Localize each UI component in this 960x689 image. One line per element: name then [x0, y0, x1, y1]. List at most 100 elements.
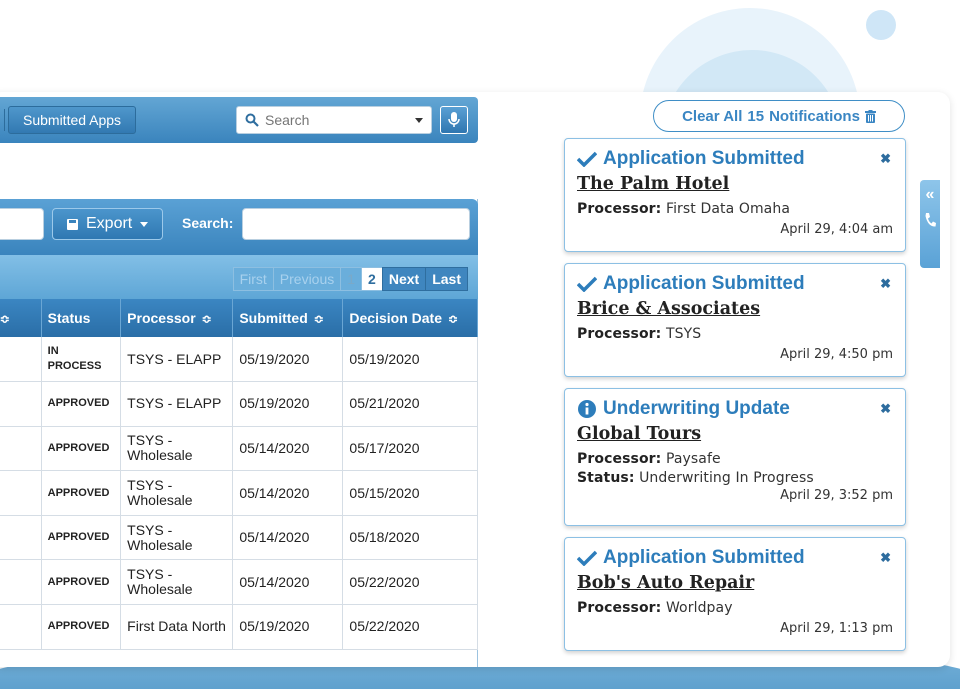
submitted-cell: 05/14/2020: [232, 559, 344, 606]
decision-date-cell: 05/22/2020: [342, 559, 478, 606]
notification-card[interactable]: Application Submitted ✖ The Palm Hotel P…: [564, 138, 906, 252]
sort-icon: ≎: [201, 312, 212, 326]
chevron-down-icon[interactable]: [415, 118, 423, 123]
table-row[interactable]: IN PROCESS TSYS - ELAPP 05/19/2020 05/19…: [0, 337, 478, 383]
clear-all-suffix: Notifications: [769, 107, 860, 125]
processor-label: Processor:: [577, 326, 662, 342]
status-badge: APPROVED: [41, 604, 122, 650]
notification-title: Underwriting Update: [577, 397, 893, 421]
notification-title-text: Application Submitted: [603, 148, 805, 169]
table-cell-partial: [0, 381, 42, 427]
processor-cell: TSYS - Wholesale: [120, 426, 234, 472]
notification-timestamp: April 29, 1:13 pm: [780, 621, 893, 636]
trash-icon: [864, 109, 876, 123]
close-icon[interactable]: ✖: [880, 401, 891, 417]
global-search[interactable]: [236, 106, 432, 134]
voice-search-button[interactable]: [440, 106, 468, 134]
table-row[interactable]: APPROVED TSYS - ELAPP 05/19/2020 05/21/2…: [0, 381, 478, 427]
column-header-processor[interactable]: Processor ≎: [120, 299, 234, 337]
submitted-cell: 05/14/2020: [232, 470, 344, 516]
filter-input[interactable]: [0, 208, 44, 240]
pagination: First Previous 1 2 Next Last: [232, 267, 468, 291]
processor-label: Processor:: [577, 201, 662, 217]
table-row[interactable]: APPROVED TSYS - Wholesale 05/14/2020 05/…: [0, 515, 478, 561]
pager-next[interactable]: Next: [381, 267, 427, 291]
applications-table: s≎ Status Processor ≎ Submitted ≎ Decision…: [0, 299, 478, 650]
status-badge: APPROVED: [41, 515, 122, 561]
table-row[interactable]: APPROVED TSYS - Wholesale 05/14/2020 05/…: [0, 559, 478, 606]
notification-card[interactable]: Application Submitted ✖ Bob's Auto Repai…: [564, 537, 906, 651]
grid-search-input[interactable]: [242, 208, 470, 240]
processor-value: TSYS: [665, 326, 702, 342]
grid-toolbar: Export Search:: [0, 199, 478, 255]
column-header-partial[interactable]: s≎: [0, 299, 42, 337]
notification-processor: Processor: First Data Omaha: [577, 201, 893, 217]
applications-panel: Export Search: First Previous 1 2 Next L…: [0, 199, 478, 667]
close-icon[interactable]: ✖: [880, 151, 891, 167]
decorative-dot: [866, 10, 896, 40]
notification-company-link[interactable]: The Palm Hotel: [577, 174, 729, 198]
export-label: Export: [86, 215, 133, 232]
close-icon[interactable]: ✖: [880, 550, 891, 566]
processor-cell: TSYS - ELAPP: [120, 337, 234, 383]
notification-title: Application Submitted: [577, 546, 893, 570]
microphone-icon: [448, 112, 460, 127]
pager-page-1[interactable]: 1: [340, 267, 363, 291]
processor-value: Worldpay: [665, 600, 733, 616]
table-cell-partial: [0, 470, 42, 516]
sort-icon: ≎: [0, 312, 10, 326]
column-header-submitted[interactable]: Submitted ≎: [232, 299, 344, 337]
notification-title-text: Application Submitted: [603, 273, 805, 294]
pager-previous[interactable]: Previous: [272, 267, 342, 291]
grid-search-label: Search:: [182, 215, 234, 231]
notification-company-link[interactable]: Bob's Auto Repair: [577, 573, 754, 597]
save-icon: [67, 218, 78, 230]
status-badge: APPROVED: [41, 426, 122, 472]
table-row[interactable]: APPROVED First Data North 05/19/2020 05/…: [0, 604, 478, 650]
table-row[interactable]: APPROVED TSYS - Wholesale 05/14/2020 05/…: [0, 470, 478, 516]
decision-date-cell: 05/15/2020: [342, 470, 478, 516]
notification-title-text: Application Submitted: [603, 547, 805, 568]
notification-company-link[interactable]: Global Tours: [577, 424, 701, 448]
status-label: Status:: [577, 470, 635, 486]
page: Submitted Apps Export Search:: [0, 0, 960, 689]
check-icon: [577, 276, 597, 292]
notification-card[interactable]: Application Submitted ✖ Brice & Associat…: [564, 263, 906, 377]
pager-page-2[interactable]: 2: [361, 267, 383, 291]
table-header-row: s≎ Status Processor ≎ Submitted ≎ Decision…: [0, 299, 478, 337]
column-header-decision-date[interactable]: Decision Date ≎: [342, 299, 478, 337]
decision-date-cell: 05/19/2020: [342, 337, 478, 383]
side-panel-tab[interactable]: «: [920, 180, 940, 268]
close-icon[interactable]: ✖: [880, 276, 891, 292]
processor-cell: TSYS - Wholesale: [120, 559, 234, 606]
notification-title-text: Underwriting Update: [603, 398, 790, 419]
table-cell-partial: [0, 559, 42, 606]
notification-title: Application Submitted: [577, 147, 893, 171]
notification-timestamp: April 29, 4:50 pm: [780, 347, 893, 362]
table-row[interactable]: APPROVED TSYS - Wholesale 05/14/2020 05/…: [0, 426, 478, 472]
submitted-apps-button[interactable]: Submitted Apps: [8, 106, 137, 134]
processor-value: First Data Omaha: [665, 201, 791, 217]
top-nav-bar: Submitted Apps: [0, 97, 478, 143]
pager-first[interactable]: First: [232, 267, 274, 291]
column-header-status[interactable]: Status: [41, 299, 122, 337]
phone-icon: [925, 213, 936, 227]
sort-icon: ≎: [313, 312, 324, 326]
app-window: Submitted Apps Export Search:: [0, 92, 950, 667]
notification-timestamp: April 29, 4:04 am: [780, 222, 893, 237]
clear-all-prefix: Clear All: [682, 107, 743, 125]
submitted-cell: 05/14/2020: [232, 515, 344, 561]
notification-count: 15: [747, 107, 765, 125]
notification-company-link[interactable]: Brice & Associates: [577, 299, 760, 323]
clear-all-notifications-button[interactable]: Clear All 15 Notifications: [653, 100, 905, 132]
table-cell-partial: [0, 426, 42, 472]
notification-processor: Processor: Worldpay: [577, 600, 893, 616]
search-icon: [245, 113, 259, 127]
chevron-double-left-icon: «: [925, 186, 935, 203]
global-search-input[interactable]: [265, 112, 405, 128]
pager-last[interactable]: Last: [425, 267, 468, 291]
notification-card[interactable]: Underwriting Update ✖ Global Tours Proce…: [564, 388, 906, 526]
export-button[interactable]: Export: [52, 208, 164, 240]
submitted-cell: 05/19/2020: [232, 337, 344, 383]
check-icon: [577, 550, 597, 566]
